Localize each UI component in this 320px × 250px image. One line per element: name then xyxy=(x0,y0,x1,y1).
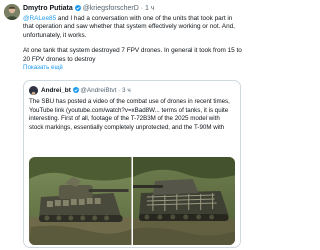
quoted-tweet-time: · 3 ч xyxy=(118,87,131,94)
author-handle[interactable]: @kriegsforscherD xyxy=(83,5,139,12)
tweet-paragraph-1: @RALee85 and I had a conversation with o… xyxy=(23,15,242,40)
quoted-author-avatar xyxy=(29,86,38,95)
author-name[interactable]: Dmytro Putiata xyxy=(23,5,73,12)
quoted-tweet-header: Andrei_bt @AndreiBtvt · 3 ч xyxy=(41,86,236,95)
tweet-paragraph-2: At one tank that system destroyed 7 FPV … xyxy=(23,47,242,63)
show-more-link[interactable]: Показать ещё xyxy=(23,64,242,72)
quoted-media-grid[interactable] xyxy=(29,157,235,245)
tweet-time[interactable]: · 1 ч xyxy=(141,5,155,12)
author-avatar[interactable] xyxy=(4,4,20,20)
quoted-verified-badge-icon xyxy=(72,86,79,93)
tank-image-left[interactable] xyxy=(29,157,132,245)
verified-badge-icon xyxy=(74,4,81,11)
tweet-post[interactable]: Dmytro Putiata @kriegsforscherD · 1 ч @R… xyxy=(0,0,244,250)
quoted-tweet-text: The SBU has posted a video of the combat… xyxy=(29,98,230,131)
quoted-author-name: Andrei_bt xyxy=(41,87,71,94)
tweet-header: Dmytro Putiata @kriegsforscherD · 1 ч xyxy=(23,4,242,13)
reply-mention-link[interactable]: @RALee85 xyxy=(23,15,56,22)
quoted-tweet-card[interactable]: Andrei_bt @AndreiBtvt · 3 ч The SBU has … xyxy=(23,80,241,248)
quoted-author-handle: @AndreiBtvt xyxy=(80,87,117,94)
tweet-body: @RALee85 and I had a conversation with o… xyxy=(23,15,242,72)
tank-image-right[interactable] xyxy=(132,157,235,245)
